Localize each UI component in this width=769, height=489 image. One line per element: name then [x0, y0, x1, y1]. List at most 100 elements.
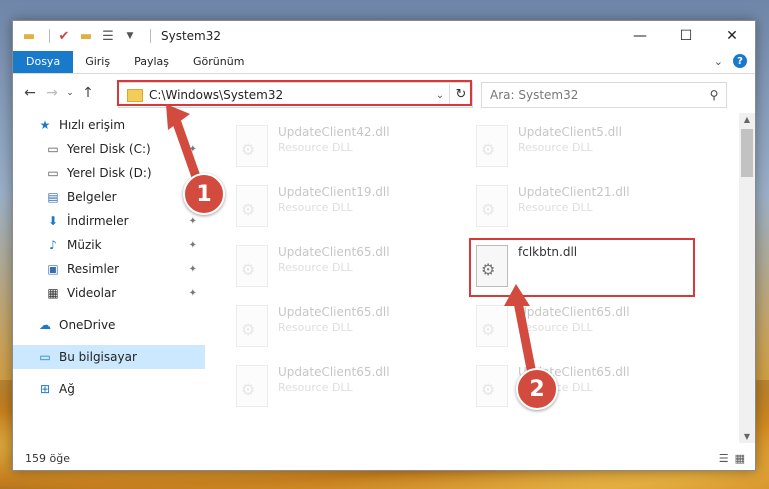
minimize-button[interactable]: — [617, 21, 663, 51]
pin-icon: ✦ [188, 239, 197, 251]
navigation-bar: ← → ⌄ ↑ C:\Windows\System32 ⌄ ↻ Ara: Sys… [13, 74, 755, 112]
sidebar-item-label: Yerel Disk (D:) [67, 166, 152, 180]
forward-arrow-icon[interactable]: → [41, 85, 63, 101]
pin-icon: ✦ [188, 263, 197, 275]
expand-ribbon-icon[interactable]: ⌄ [714, 55, 723, 68]
folder-icon [127, 88, 143, 102]
image-icon: ▣ [47, 262, 59, 276]
list-item[interactable]: ⚙ UpdateClient42.dll Resource DLL [226, 119, 456, 175]
sidebar-item-pictures[interactable]: ▣ Resimler ✦ [13, 257, 205, 281]
document-icon: ▤ [47, 190, 59, 204]
window-title: System32 [161, 29, 222, 43]
sidebar-item-label: OneDrive [59, 318, 116, 332]
video-icon: ▦ [47, 286, 59, 300]
ribbon-right: ⌄ ? [714, 54, 747, 68]
vertical-scrollbar[interactable]: ▲ ▼ [739, 113, 755, 443]
sidebar-item-label: Belgeler [67, 190, 117, 204]
sidebar-item-label: İndirmeler [67, 214, 129, 228]
sidebar-item-music[interactable]: ♪ Müzik ✦ [13, 233, 205, 257]
drive-icon: ▭ [47, 142, 59, 156]
sidebar-item-label: Hızlı erişim [59, 118, 126, 132]
folder-icon: ▬ [22, 28, 36, 44]
new-folder-icon[interactable]: ▬ [78, 28, 94, 44]
back-arrow-icon[interactable]: ← [19, 85, 41, 101]
file-type: Resource DLL [278, 261, 353, 274]
dll-file-icon: ⚙ [236, 365, 268, 407]
list-item[interactable]: ⚙ UpdateClient65.dll Resource DLL [226, 239, 456, 295]
view-buttons: ☰ ▦ [719, 452, 745, 465]
dll-file-icon: ⚙ [236, 245, 268, 287]
list-item[interactable]: ⚙ UpdateClient5.dll Resource DLL [466, 119, 696, 175]
search-box[interactable]: Ara: System32 ⚲ [481, 82, 727, 108]
properties-icon[interactable]: ✔ [56, 28, 72, 44]
sidebar-item-onedrive[interactable]: ☁ OneDrive [13, 313, 205, 337]
sidebar-item-label: Ağ [59, 382, 75, 396]
sidebar-item-videos[interactable]: ▦ Videolar ✦ [13, 281, 205, 305]
file-name: UpdateClient19.dll [278, 185, 390, 199]
dll-file-icon: ⚙ [476, 125, 508, 167]
sidebar-item-label: Resimler [67, 262, 120, 276]
status-bar: 159 öğe [13, 446, 767, 470]
file-type: Resource DLL [278, 141, 353, 154]
customize-toolbar-icon[interactable]: ☰ [100, 28, 116, 44]
sidebar-item-label: Bu bilgisayar [59, 350, 137, 364]
title-separator [150, 29, 151, 43]
network-icon: ⊞ [39, 382, 51, 396]
title-bar: ▬ ✔ ▬ ☰ ▼ System32 — ☐ ✕ [13, 21, 755, 51]
file-type: Resource DLL [518, 141, 593, 154]
sidebar-item-label: Videolar [67, 286, 117, 300]
tiles-view-icon[interactable]: ▦ [735, 452, 745, 465]
scrollbar-thumb[interactable] [741, 129, 753, 177]
search-input[interactable]: Ara: System32 [482, 88, 702, 102]
recent-chevron-icon[interactable]: ⌄ [63, 88, 77, 98]
sidebar-item-label: Müzik [67, 238, 102, 252]
chevron-down-icon[interactable]: ⌄ [431, 90, 449, 101]
star-icon: ★ [39, 118, 51, 132]
file-name: UpdateClient5.dll [518, 125, 622, 139]
maximize-button[interactable]: ☐ [663, 21, 709, 51]
file-type: Resource DLL [278, 321, 353, 334]
tab-file[interactable]: Dosya [13, 51, 74, 73]
file-name: UpdateClient65.dll [278, 305, 390, 319]
tab-home[interactable]: Giriş [73, 51, 122, 73]
sidebar-item-this-pc[interactable]: ▭ Bu bilgisayar [13, 345, 205, 369]
title-separator [49, 29, 50, 43]
tab-share[interactable]: Paylaş [122, 51, 181, 73]
scroll-up-icon[interactable]: ▲ [739, 115, 755, 124]
item-count: 159 öğe [25, 451, 70, 465]
download-icon: ⬇ [47, 214, 59, 228]
music-icon: ♪ [49, 238, 57, 252]
file-name: UpdateClient21.dll [518, 185, 630, 199]
search-icon[interactable]: ⚲ [702, 88, 726, 102]
dll-file-icon: ⚙ [236, 125, 268, 167]
list-item[interactable]: ⚙ UpdateClient19.dll Resource DLL [226, 179, 456, 235]
pin-icon: ✦ [188, 287, 197, 299]
sidebar-item-label: Yerel Disk (C:) [67, 142, 151, 156]
list-item[interactable]: ⚙ UpdateClient65.dll Resource DLL [226, 359, 456, 415]
window-controls: — ☐ ✕ [617, 21, 755, 51]
step-badge-2: 2 [516, 368, 558, 410]
cloud-icon: ☁ [39, 318, 51, 332]
file-type: Resource DLL [518, 201, 593, 214]
pin-icon: ✦ [188, 215, 197, 227]
file-type: Resource DLL [278, 201, 353, 214]
list-item[interactable]: ⚙ UpdateClient21.dll Resource DLL [466, 179, 696, 235]
scroll-down-icon[interactable]: ▼ [739, 432, 755, 441]
refresh-icon[interactable]: ↻ [449, 84, 472, 106]
dll-file-icon: ⚙ [236, 185, 268, 227]
chevron-down-icon[interactable]: ▼ [122, 28, 138, 44]
list-item[interactable]: ⚙ UpdateClient65.dll Resource DLL [226, 299, 456, 355]
drive-icon: ▭ [47, 166, 59, 180]
dll-file-icon: ⚙ [236, 305, 268, 347]
help-icon[interactable]: ? [733, 54, 747, 68]
sidebar-item-network[interactable]: ⊞ Ağ [13, 377, 205, 401]
file-name: UpdateClient65.dll [278, 365, 390, 379]
ribbon-tabs: Dosya Giriş Paylaş Görünüm ⌄ ? [13, 51, 755, 74]
details-view-icon[interactable]: ☰ [719, 452, 729, 465]
up-arrow-icon[interactable]: ↑ [77, 85, 99, 101]
dll-file-icon: ⚙ [476, 185, 508, 227]
file-name: UpdateClient42.dll [278, 125, 390, 139]
tab-view[interactable]: Görünüm [181, 51, 256, 73]
sidebar-item-downloads[interactable]: ⬇ İndirmeler ✦ [13, 209, 205, 233]
close-button[interactable]: ✕ [709, 21, 755, 51]
